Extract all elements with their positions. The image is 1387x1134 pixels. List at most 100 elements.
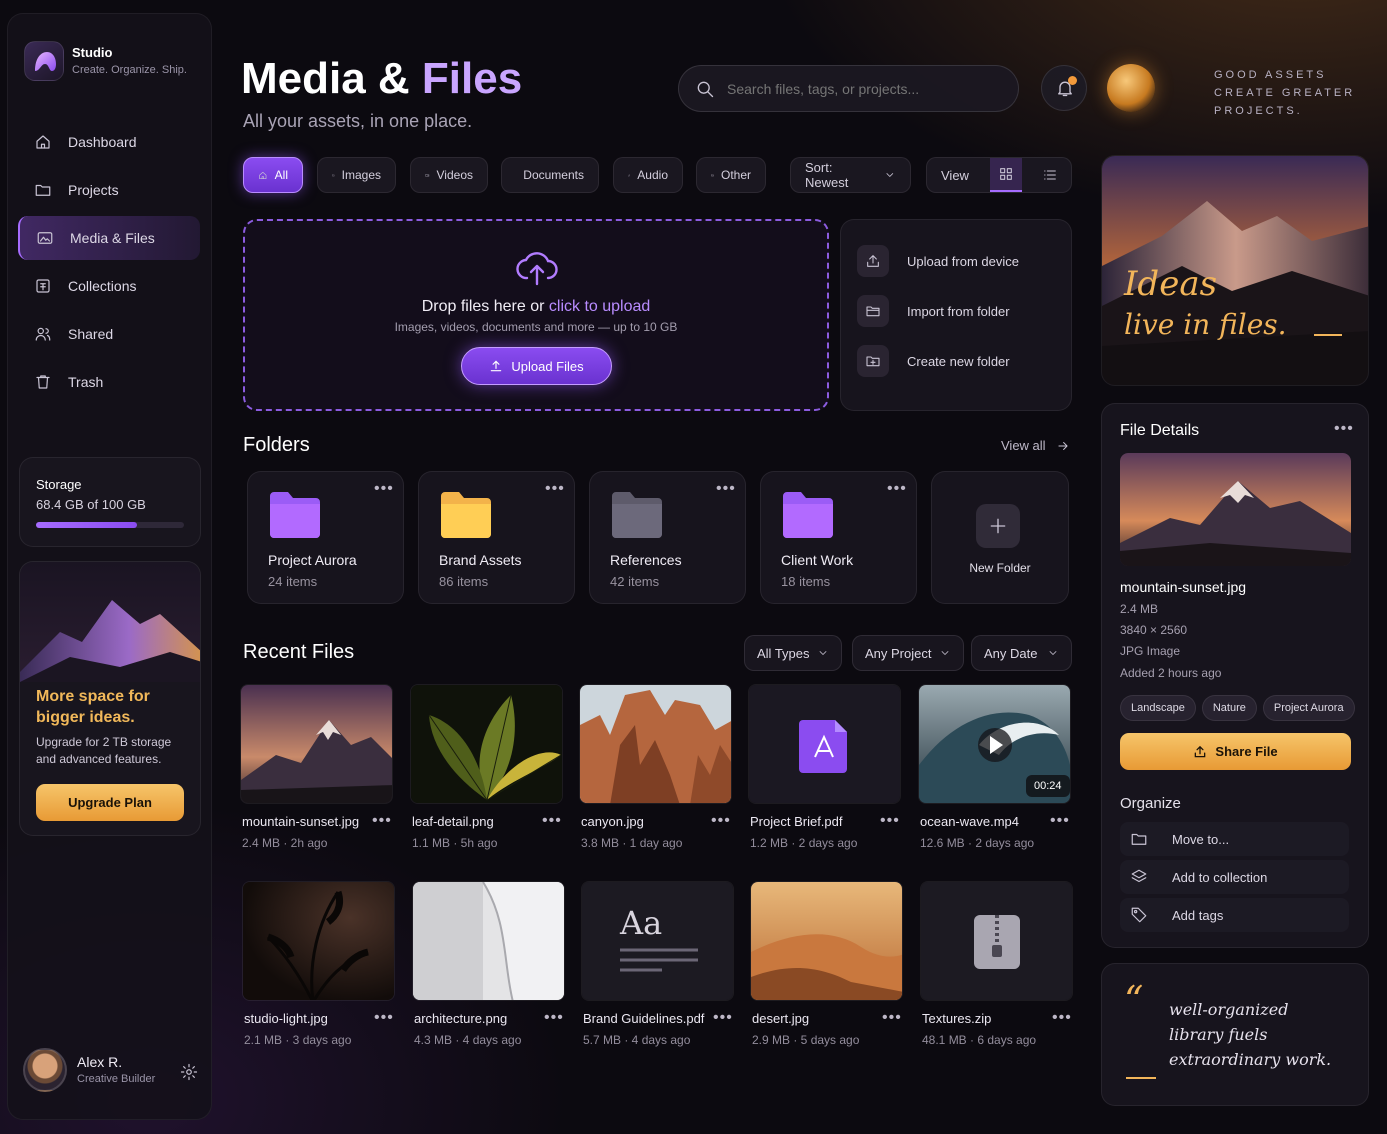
chevron-down-icon (819, 651, 827, 655)
file-details-more-icon[interactable]: ••• (1334, 420, 1354, 438)
quote-line-3: extraordinary work. (1169, 1050, 1332, 1069)
storage-card: Storage 68.4 GB of 100 GB (19, 457, 201, 547)
hero-text-line-2: live in files. (1124, 308, 1287, 341)
file-card[interactable]: 00:24 ocean-wave.mp4 ••• 12.6 MB · 2 days a… (918, 684, 1073, 854)
nav-item-trash[interactable]: Trash (18, 360, 200, 404)
search-bar[interactable] (678, 65, 1019, 112)
file-tag[interactable]: Nature (1201, 695, 1257, 721)
file-card[interactable]: Aa Brand Guidelines.pdf ••• 5.7 MB · 4 days… (581, 881, 736, 1051)
folder-icon (35, 184, 51, 196)
upload-action-0[interactable]: Upload from device (857, 245, 1057, 277)
search-icon (697, 81, 714, 98)
new-folder-card[interactable]: New Folder (931, 471, 1069, 604)
file-more-icon[interactable]: ••• (374, 1009, 394, 1027)
collection-icon (36, 279, 50, 293)
user-avatar[interactable] (23, 1048, 67, 1092)
nav-item-projects[interactable]: Projects (18, 168, 200, 212)
recent-filter-dropdown[interactable]: Any Project (852, 635, 964, 671)
filter-chip-videos[interactable]: Videos (410, 157, 488, 193)
nav-item-collections[interactable]: Collections (18, 264, 200, 308)
file-card[interactable]: leaf-detail.png ••• 1.1 MB · 5h ago (410, 684, 565, 854)
nav-item-shared[interactable]: Shared (18, 312, 200, 356)
folder-card[interactable]: ••• References 42 items (589, 471, 746, 604)
home-icon (259, 171, 267, 179)
filter-chip-images[interactable]: Images (317, 157, 396, 193)
folder-more-icon[interactable]: ••• (545, 480, 565, 498)
mountain-thumbnail-image (241, 685, 392, 803)
recent-filter-dropdown[interactable]: Any Date (971, 635, 1072, 671)
upload-action-1[interactable]: Import from folder (857, 295, 1057, 327)
file-more-icon[interactable]: ••• (882, 1009, 902, 1027)
upload-action-label: Create new folder (907, 353, 1010, 369)
box-icon (711, 174, 714, 176)
desert-thumbnail-image (751, 882, 902, 1000)
dropzone-title-text: Drop files here or (421, 298, 549, 315)
share-file-label: Share File (1215, 744, 1278, 759)
view-toggle: View (926, 157, 1072, 193)
nav-item-media-files[interactable]: Media & Files (18, 216, 200, 260)
folder-more-icon[interactable]: ••• (887, 480, 907, 498)
sort-dropdown[interactable]: Sort: Newest (790, 157, 911, 193)
organize-item-label: Move to... (1172, 831, 1230, 847)
recent-filter-label: Any Date (984, 645, 1038, 661)
organize-item-1[interactable]: Add to collection (1120, 860, 1349, 894)
file-tag[interactable]: Project Aurora (1262, 695, 1355, 721)
page-title: Media & Files (241, 54, 522, 104)
studio-logo[interactable] (24, 41, 64, 81)
recent-filter-dropdown[interactable]: All Types (744, 635, 842, 671)
folder-more-icon[interactable]: ••• (374, 480, 394, 498)
video-icon (425, 173, 430, 177)
file-card[interactable]: mountain-sunset.jpg ••• 2.4 MB · 2h ago (240, 684, 395, 854)
search-input[interactable] (727, 78, 1007, 100)
notifications-button[interactable] (1041, 65, 1087, 111)
grid-view-button[interactable] (989, 158, 1023, 192)
file-card[interactable]: Textures.zip ••• 48.1 MB · 6 days ago (920, 881, 1075, 1051)
profile-orb-avatar[interactable] (1107, 64, 1155, 112)
organize-item-2[interactable]: Add tags (1120, 898, 1349, 932)
upload-icon (491, 360, 502, 372)
file-more-icon[interactable]: ••• (711, 812, 731, 830)
settings-gear-icon[interactable] (180, 1063, 198, 1081)
file-tag[interactable]: Landscape (1120, 695, 1196, 721)
user-name: Alex R. (77, 1054, 123, 1070)
folders-view-all-link[interactable]: View all (1001, 438, 1070, 453)
filter-chip-other[interactable]: Other (696, 157, 766, 193)
click-to-upload-link[interactable]: click to upload (549, 298, 650, 315)
file-card[interactable]: canyon.jpg ••• 3.8 MB · 1 day ago (579, 684, 734, 854)
file-card[interactable]: Project Brief.pdf ••• 1.2 MB · 2 days ago (748, 684, 903, 854)
upgrade-plan-button[interactable]: Upgrade Plan (36, 784, 184, 821)
file-more-icon[interactable]: ••• (1052, 1009, 1072, 1027)
upload-action-2[interactable]: Create new folder (857, 345, 1057, 377)
folder-more-icon[interactable]: ••• (716, 480, 736, 498)
file-more-icon[interactable]: ••• (372, 812, 392, 830)
filter-chip-audio[interactable]: Audio (613, 157, 683, 193)
list-view-button[interactable] (1029, 158, 1071, 192)
file-card[interactable]: architecture.png ••• 4.3 MB · 4 days ago (412, 881, 567, 1051)
quote-underline (1126, 1077, 1156, 1079)
share-file-button[interactable]: Share File (1120, 733, 1351, 770)
file-name: architecture.png (414, 1011, 508, 1026)
folder-card[interactable]: ••• Project Aurora 24 items (247, 471, 404, 604)
filter-chip-all[interactable]: All (243, 157, 303, 193)
dropzone-title: Drop files here or click to upload (245, 298, 827, 316)
nav-item-dashboard[interactable]: Dashboard (18, 120, 200, 164)
organize-item-0[interactable]: Move to... (1120, 822, 1349, 856)
upload-files-button[interactable]: Upload Files (461, 347, 612, 385)
folder-card[interactable]: ••• Client Work 18 items (760, 471, 917, 604)
file-more-icon[interactable]: ••• (1050, 812, 1070, 830)
file-more-icon[interactable]: ••• (544, 1009, 564, 1027)
cloud-upload-icon (516, 252, 558, 286)
file-card[interactable]: studio-light.jpg ••• 2.1 MB · 3 days ago (242, 881, 397, 1051)
grid-icon (1000, 168, 1012, 180)
file-more-icon[interactable]: ••• (880, 812, 900, 830)
file-card[interactable]: desert.jpg ••• 2.9 MB · 5 days ago (750, 881, 905, 1051)
file-more-icon[interactable]: ••• (542, 812, 562, 830)
upload-dropzone[interactable]: Drop files here or click to upload Image… (243, 219, 829, 411)
file-more-icon[interactable]: ••• (713, 1009, 733, 1027)
filter-chip-documents[interactable]: Documents (501, 157, 599, 193)
video-duration-badge: 00:24 (1026, 775, 1070, 797)
nav-item-label: Media & Files (70, 230, 155, 246)
plus-icon (990, 518, 1006, 534)
filter-chip-label: Images (341, 168, 381, 182)
folder-card[interactable]: ••• Brand Assets 86 items (418, 471, 575, 604)
